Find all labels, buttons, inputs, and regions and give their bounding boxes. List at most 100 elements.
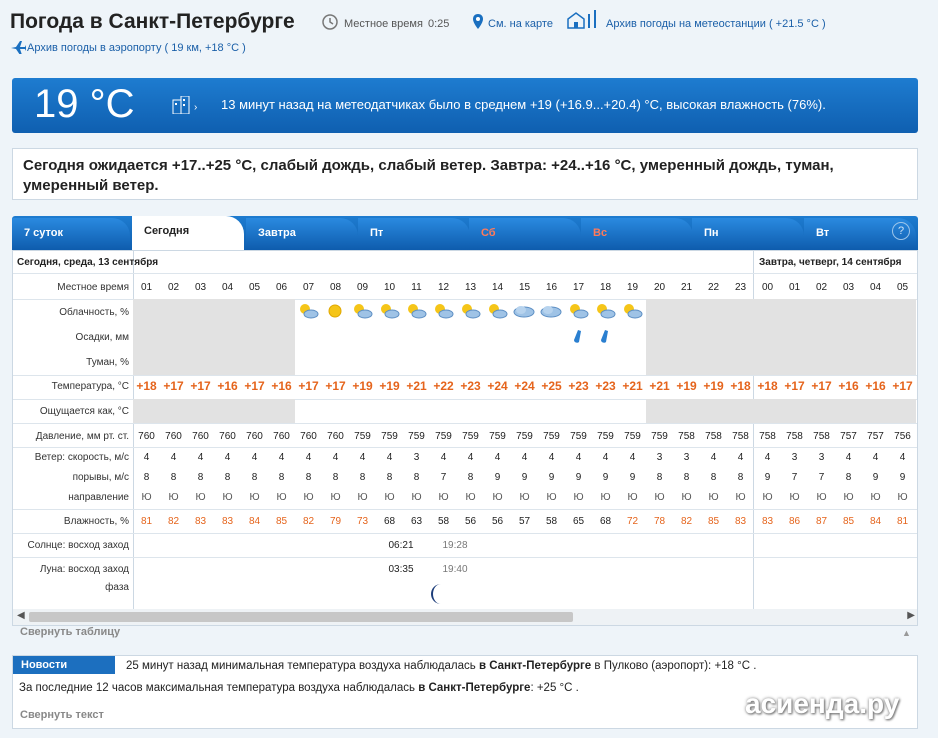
cloud-icon [513,303,535,319]
temperature-cell: +25 [541,379,562,393]
humidity-cell: 82 [167,516,180,527]
temperature-cell: +17 [892,379,913,393]
sunrise-time: 06:21 [388,540,414,551]
humidity-cell: 81 [140,516,153,527]
wind-gust-cell: 8 [656,472,663,483]
hour-cell: 13 [464,282,477,293]
wind-speed-cell: 4 [548,452,555,463]
wind-gust-cell: 8 [359,472,366,483]
moon-phase-icon [429,583,449,610]
humidity-cell: 85 [707,516,720,527]
wind-speed-cell: 3 [656,452,663,463]
wind-direction-cell: Ю [762,492,773,503]
wind-gust-cell: 9 [602,472,609,483]
wind-gust-cell: 9 [494,472,501,483]
current-weather-banner: 19 °C › 13 минут назад на метеодатчиках … [12,78,918,133]
label-time: Местное время [57,282,129,293]
wind-direction-cell: Ю [195,492,206,503]
humidity-cell: 81 [896,516,909,527]
row-separator [13,423,917,424]
hour-cell: 06 [275,282,288,293]
wind-speed-cell: 3 [413,452,420,463]
pressure-cell: 757 [867,431,884,442]
tab-sun[interactable]: Вс [581,218,693,250]
pressure-cell: 760 [219,431,236,442]
hour-cell: 12 [437,282,450,293]
tab-sat[interactable]: Сб [469,218,581,250]
date-today: Сегодня, среда, 13 сентября [17,257,159,268]
hour-cell: 03 [194,282,207,293]
map-link[interactable]: См. на карте [488,18,553,30]
news-badge: Новости погоды [13,656,115,683]
pressure-cell: 759 [435,431,452,442]
news-line-1-text: 25 минут назад минимальная температура в… [126,660,476,672]
tab-today[interactable]: Сегодня [132,216,244,250]
row-separator [13,509,917,510]
pressure-cell: 759 [408,431,425,442]
temperature-cell: +19 [676,379,697,393]
pressure-cell: 758 [759,431,776,442]
night-shade [646,299,916,375]
hour-cell: 18 [599,282,612,293]
archive-station-link[interactable]: Архив погоды на метеостанции ( +21.5 °C … [606,18,826,30]
news-line-1: 25 минут назад минимальная температура в… [126,660,756,672]
pressure-cell: 759 [516,431,533,442]
hour-cell: 02 [167,282,180,293]
wind-direction-cell: Ю [249,492,260,503]
wind-gust-cell: 8 [197,472,204,483]
scroll-right-icon[interactable]: ▶ [907,610,915,621]
pressure-cell: 760 [192,431,209,442]
scroll-left-icon[interactable]: ◀ [17,610,25,621]
label-sun: Солнце: восход заход [27,540,129,551]
tab-7days[interactable]: 7 суток [12,218,130,250]
help-icon[interactable]: ? [892,222,910,240]
humidity-cell: 56 [491,516,504,527]
horizontal-scrollbar[interactable]: ◀ ▶ [13,609,917,625]
sun-cloud-icon [621,303,643,319]
date-tomorrow: Завтра, четверг, 14 сентября [759,257,902,268]
collapse-table-link[interactable]: Свернуть таблицу [20,626,120,638]
pressure-cell: 758 [678,431,695,442]
wind-speed-cell: 4 [710,452,717,463]
news-line-2-tail: : +25 °C . [530,682,579,694]
cloud-icon [540,303,562,319]
news-line-2: За последние 12 часов максимальная темпе… [19,682,579,694]
pressure-cell: 759 [624,431,641,442]
wind-speed-cell: 4 [170,452,177,463]
temperature-cell: +16 [217,379,238,393]
humidity-cell: 68 [383,516,396,527]
temperature-cell: +23 [460,379,481,393]
wind-speed-cell: 3 [683,452,690,463]
hour-cell: 05 [248,282,261,293]
hour-cell: 03 [842,282,855,293]
wind-direction-cell: Ю [654,492,665,503]
scroll-thumb[interactable] [29,612,573,622]
collapse-text-link[interactable]: Свернуть текст [20,709,104,721]
humidity-cell: 85 [842,516,855,527]
archive-airport-link[interactable]: Архив погоды в аэропорту ( 19 км, +18 °C… [27,42,246,54]
moonset-time: 19:40 [442,564,468,575]
temperature-cell: +17 [190,379,211,393]
wind-direction-cell: Ю [681,492,692,503]
tab-tomorrow[interactable]: Завтра [246,218,358,250]
sun-cloud-icon [486,303,508,319]
tab-mon[interactable]: Пн [692,218,804,250]
news-line-2-city[interactable]: в Санкт-Петербурге [418,682,530,694]
wind-direction-cell: Ю [816,492,827,503]
hour-cell: 02 [815,282,828,293]
tab-fri[interactable]: Пт [358,218,470,250]
humidity-cell: 65 [572,516,585,527]
hour-cell: 09 [356,282,369,293]
humidity-cell: 73 [356,516,369,527]
wind-gust-cell: 9 [575,472,582,483]
humidity-cell: 83 [194,516,207,527]
hour-cell: 07 [302,282,315,293]
wind-gust-cell: 8 [467,472,474,483]
humidity-cell: 83 [734,516,747,527]
pressure-cell: 758 [705,431,722,442]
humidity-cell: 57 [518,516,531,527]
collapse-arrow-icon[interactable]: ▲ [902,628,911,638]
hour-cell: 05 [896,282,909,293]
news-line-1-city[interactable]: в Санкт-Петербурге [479,660,591,672]
wind-gust-cell: 9 [629,472,636,483]
